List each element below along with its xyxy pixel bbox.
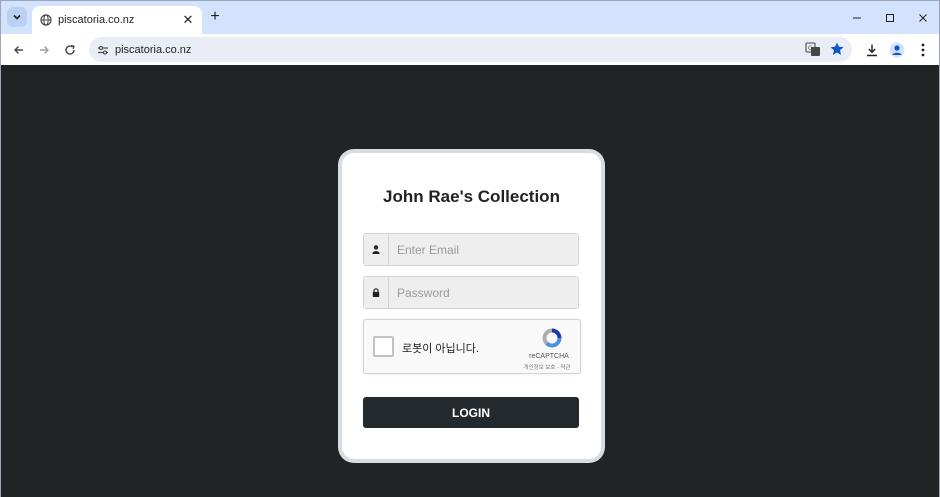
back-button[interactable] [9, 40, 29, 60]
tab-search-button[interactable] [7, 7, 27, 27]
globe-icon [40, 14, 52, 26]
chevron-down-icon [13, 14, 21, 20]
recaptcha-brand: reCAPTCHA [529, 353, 569, 360]
maximize-icon [885, 13, 894, 22]
site-info-button[interactable] [97, 44, 109, 56]
close-tab-button[interactable]: ✕ [180, 12, 196, 28]
arrow-left-icon [14, 46, 23, 54]
translate-icon: G [805, 42, 820, 56]
browser-window: piscatoria.co.nz ✕ + piscatoria.co.nz G … [0, 0, 940, 497]
plus-icon: + [210, 8, 220, 25]
new-tab-button[interactable]: + [206, 8, 224, 26]
recaptcha-widget: 로봇이 아닙니다. reCAPTCHA 개인정보 보호 - 약관 [363, 319, 581, 374]
minimize-icon [852, 17, 861, 18]
password-field-group [363, 276, 579, 309]
svg-text:G: G [808, 45, 813, 52]
bookmark-button[interactable] [829, 41, 845, 57]
forward-button[interactable] [34, 40, 54, 60]
login-button[interactable]: LOGIN [363, 397, 579, 428]
password-input[interactable] [389, 277, 578, 308]
profile-button[interactable] [887, 40, 907, 60]
tune-icon [98, 45, 108, 55]
close-window-button[interactable] [906, 1, 939, 34]
maximize-button[interactable] [873, 1, 906, 34]
download-icon [867, 44, 877, 57]
downloads-button[interactable] [862, 40, 882, 60]
url-text: piscatoria.co.nz [115, 43, 192, 56]
login-card: John Rae's Collection 로봇이 아닙니다. [342, 153, 601, 459]
user-icon [364, 234, 389, 265]
reload-icon [65, 44, 75, 55]
tab-bar: piscatoria.co.nz ✕ + [1, 1, 939, 34]
recaptcha-terms-link[interactable]: 개인정보 보호 - 약관 [514, 363, 580, 371]
close-icon [918, 13, 927, 22]
address-bar[interactable]: piscatoria.co.nz G [89, 37, 852, 62]
recaptcha-checkbox[interactable] [373, 336, 394, 357]
kebab-menu-icon [921, 43, 925, 57]
arrow-right-icon [40, 46, 49, 54]
avatar-icon [889, 42, 905, 58]
reload-button[interactable] [60, 40, 80, 60]
browser-menu-button[interactable] [913, 40, 933, 60]
star-icon [830, 42, 844, 55]
recaptcha-logo-icon [542, 328, 562, 348]
window-controls [840, 1, 939, 34]
browser-toolbar: piscatoria.co.nz G [1, 34, 939, 65]
lock-icon [364, 277, 389, 308]
translate-button[interactable]: G [805, 41, 821, 57]
email-field-group [363, 233, 579, 266]
recaptcha-label: 로봇이 아닙니다. [402, 343, 479, 355]
email-input[interactable] [389, 234, 578, 265]
minimize-button[interactable] [840, 1, 873, 34]
page-title: John Rae's Collection [383, 187, 560, 206]
tab-active[interactable]: piscatoria.co.nz ✕ [32, 6, 202, 34]
close-icon: ✕ [182, 12, 194, 27]
tab-title: piscatoria.co.nz [58, 14, 135, 26]
page-content: John Rae's Collection 로봇이 아닙니다. [1, 65, 939, 497]
